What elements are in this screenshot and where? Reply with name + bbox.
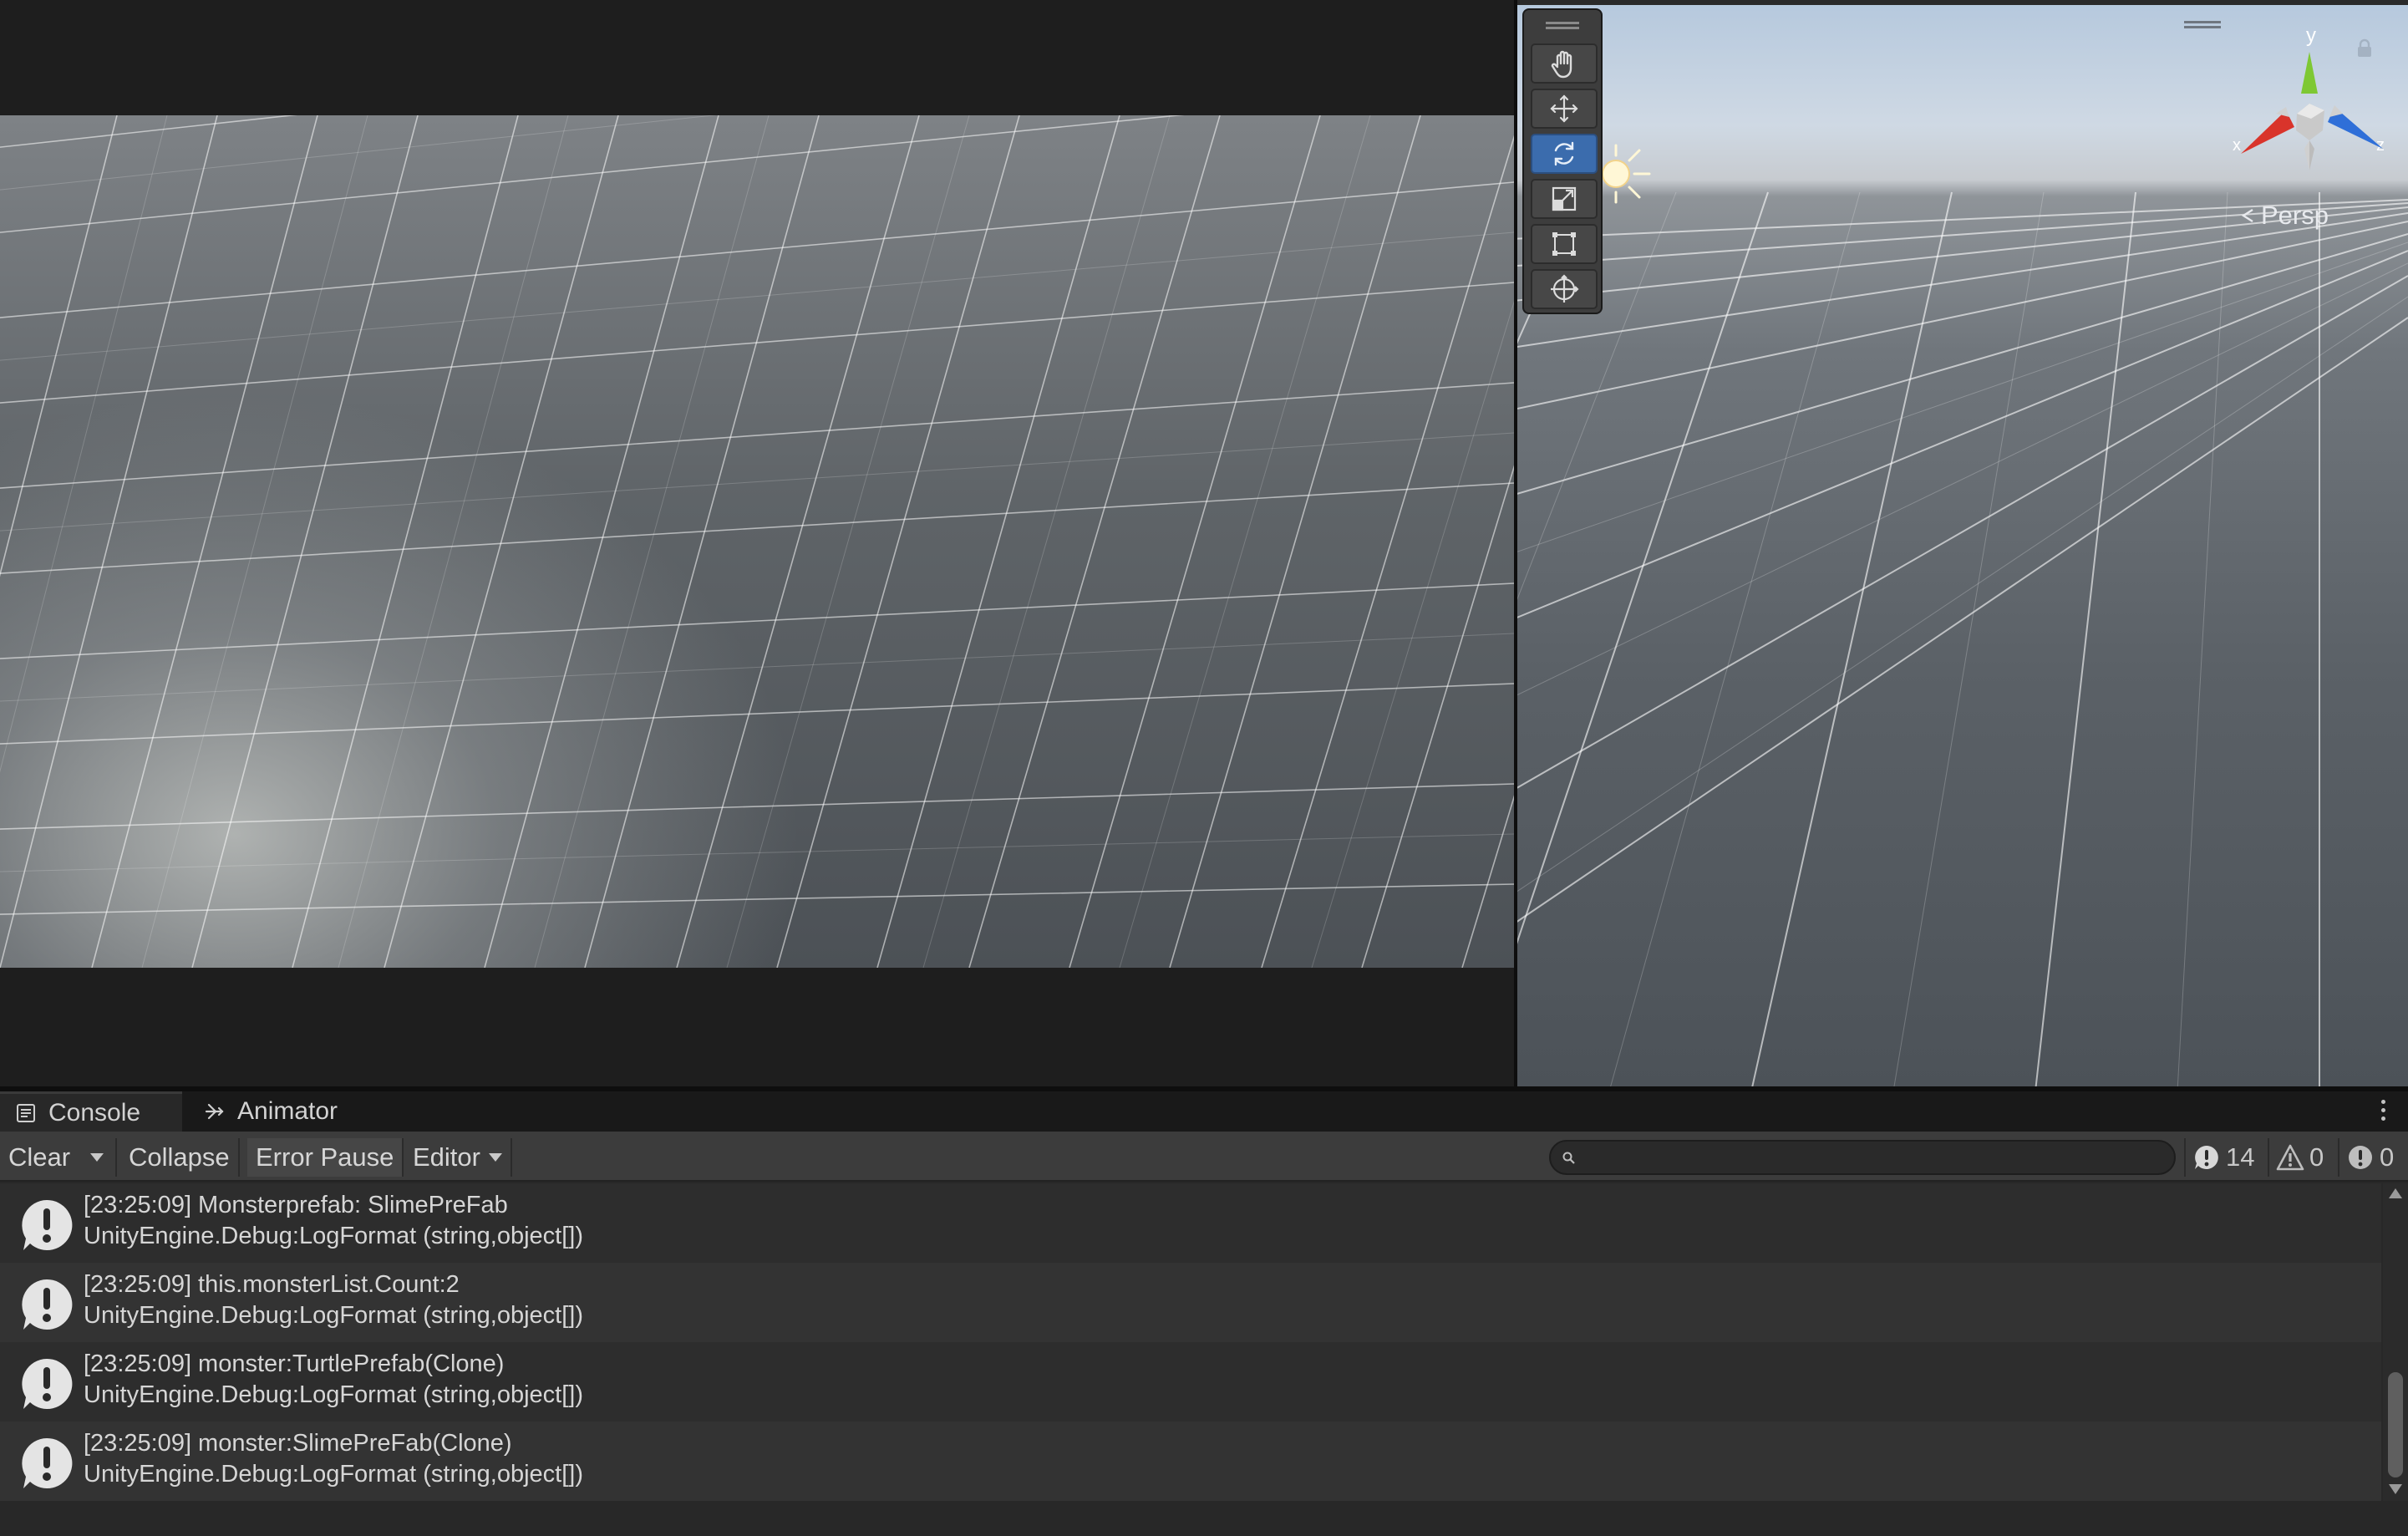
rotate-tool-button[interactable]	[1531, 134, 1598, 174]
orientation-gizmo[interactable]: y x z	[2217, 23, 2401, 174]
rotate-icon	[1554, 141, 1574, 166]
persp-label: Persp	[2261, 201, 2329, 230]
log-stacktrace: UnityEngine.Debug:LogFormat (string,obje…	[84, 1461, 584, 1488]
tab-animator[interactable]: Animator	[189, 1091, 353, 1132]
log-message: [23:25:09] this.monsterList.Count:2	[84, 1271, 460, 1298]
console-toolbar: Clear Collapse Error Pause Editor 14 0 0	[0, 1132, 2408, 1182]
chevron-down-icon	[488, 1153, 502, 1162]
info-message-icon	[22, 1437, 73, 1488]
warning-icon	[2276, 1144, 2304, 1171]
overlay-grip[interactable]	[2184, 20, 2221, 28]
gizmo-x-label: x	[2233, 136, 2241, 155]
log-message: [23:25:09] Monsterprefab: SlimePreFab	[84, 1192, 508, 1218]
hand-icon	[1551, 50, 1572, 79]
projection-toggle[interactable]: Persp	[2239, 201, 2329, 231]
log-stacktrace: UnityEngine.Debug:LogFormat (string,obje…	[84, 1381, 584, 1408]
panel-tab-bar: Console Animator	[0, 1091, 2408, 1132]
warning-count: 0	[2309, 1142, 2324, 1172]
console-panel: Console Animator Clear Collapse Error Pa…	[0, 1091, 2408, 1536]
error-count-toggle[interactable]: 0	[2338, 1138, 2400, 1177]
transform-tool-button[interactable]	[1531, 269, 1598, 309]
game-viewport[interactable]	[0, 115, 1514, 968]
scale-icon	[1552, 186, 1577, 211]
tab-animator-label: Animator	[237, 1097, 338, 1125]
collapse-label: Collapse	[129, 1142, 230, 1172]
ground-grid	[0, 115, 1514, 968]
error-icon	[2349, 1146, 2372, 1169]
scene-tool-palette	[1522, 8, 1603, 314]
clear-options-dropdown[interactable]	[79, 1138, 117, 1177]
log-scrollbar[interactable]	[2383, 1183, 2408, 1501]
search-input[interactable]	[1584, 1145, 2161, 1170]
clear-button-label: Clear	[8, 1142, 71, 1172]
animator-icon	[205, 1103, 224, 1120]
search-icon	[1562, 1152, 1575, 1164]
rect-tool-button[interactable]	[1531, 224, 1598, 264]
log-stacktrace: UnityEngine.Debug:LogFormat (string,obje…	[84, 1223, 584, 1249]
info-message-icon	[2195, 1146, 2218, 1169]
editor-label: Editor	[413, 1142, 480, 1172]
info-message-icon	[22, 1199, 73, 1250]
console-detail-area	[0, 1501, 2408, 1536]
scene-view-header	[1517, 0, 2408, 5]
more-options-icon[interactable]	[2380, 1100, 2386, 1125]
console-icon	[17, 1103, 35, 1122]
info-message-icon	[22, 1358, 73, 1409]
info-message-icon	[22, 1279, 73, 1330]
log-list[interactable]: [23:25:09] Monsterprefab: SlimePreFab Un…	[0, 1183, 2381, 1501]
error-pause-toggle[interactable]: Error Pause	[247, 1138, 404, 1177]
warning-count-toggle[interactable]: 0	[2268, 1138, 2330, 1177]
info-count: 14	[2226, 1142, 2255, 1172]
rect-transform-icon	[1552, 232, 1576, 256]
gizmo-y-label: y	[2306, 24, 2316, 47]
error-pause-label: Error Pause	[256, 1142, 394, 1172]
info-count-toggle[interactable]: 14	[2184, 1138, 2261, 1177]
log-message: [23:25:09] monster:SlimePreFab(Clone)	[84, 1430, 512, 1457]
editor-target-dropdown[interactable]: Editor	[404, 1138, 512, 1177]
log-stacktrace: UnityEngine.Debug:LogFormat (string,obje…	[84, 1302, 584, 1329]
scroll-down-icon[interactable]	[2389, 1484, 2402, 1494]
unity-editor-window: y x z Persp Console Animator Clear Colla…	[0, 0, 2408, 1536]
scroll-thumb[interactable]	[2388, 1372, 2403, 1478]
move-tool-button[interactable]	[1531, 89, 1598, 129]
console-search[interactable]	[1549, 1140, 2176, 1175]
log-entry[interactable]: [23:25:09] Monsterprefab: SlimePreFab Un…	[0, 1183, 2381, 1263]
log-message: [23:25:09] monster:TurtlePrefab(Clone)	[84, 1350, 505, 1377]
hand-tool-button[interactable]	[1531, 43, 1598, 84]
chevron-down-icon	[90, 1153, 104, 1162]
error-count: 0	[2380, 1142, 2395, 1172]
game-view[interactable]	[0, 0, 1514, 1091]
log-entry[interactable]: [23:25:09] monster:SlimePreFab(Clone) Un…	[0, 1422, 2381, 1501]
clear-button[interactable]: Clear	[0, 1138, 80, 1177]
move-icon	[1550, 94, 1578, 123]
scale-tool-button[interactable]	[1531, 179, 1598, 219]
log-entry[interactable]: [23:25:09] monster:TurtlePrefab(Clone) U…	[0, 1342, 2381, 1422]
scroll-up-icon[interactable]	[2389, 1188, 2402, 1198]
collapse-toggle[interactable]: Collapse	[120, 1138, 240, 1177]
scene-view[interactable]: y x z Persp	[1517, 0, 2408, 1091]
log-entry[interactable]: [23:25:09] this.monsterList.Count:2 Unit…	[0, 1263, 2381, 1342]
chevron-left-icon	[2241, 208, 2253, 223]
tab-console[interactable]: Console	[0, 1091, 182, 1132]
palette-grip[interactable]	[1546, 20, 1579, 30]
transform-icon	[1551, 274, 1579, 303]
tab-console-label: Console	[48, 1098, 141, 1127]
